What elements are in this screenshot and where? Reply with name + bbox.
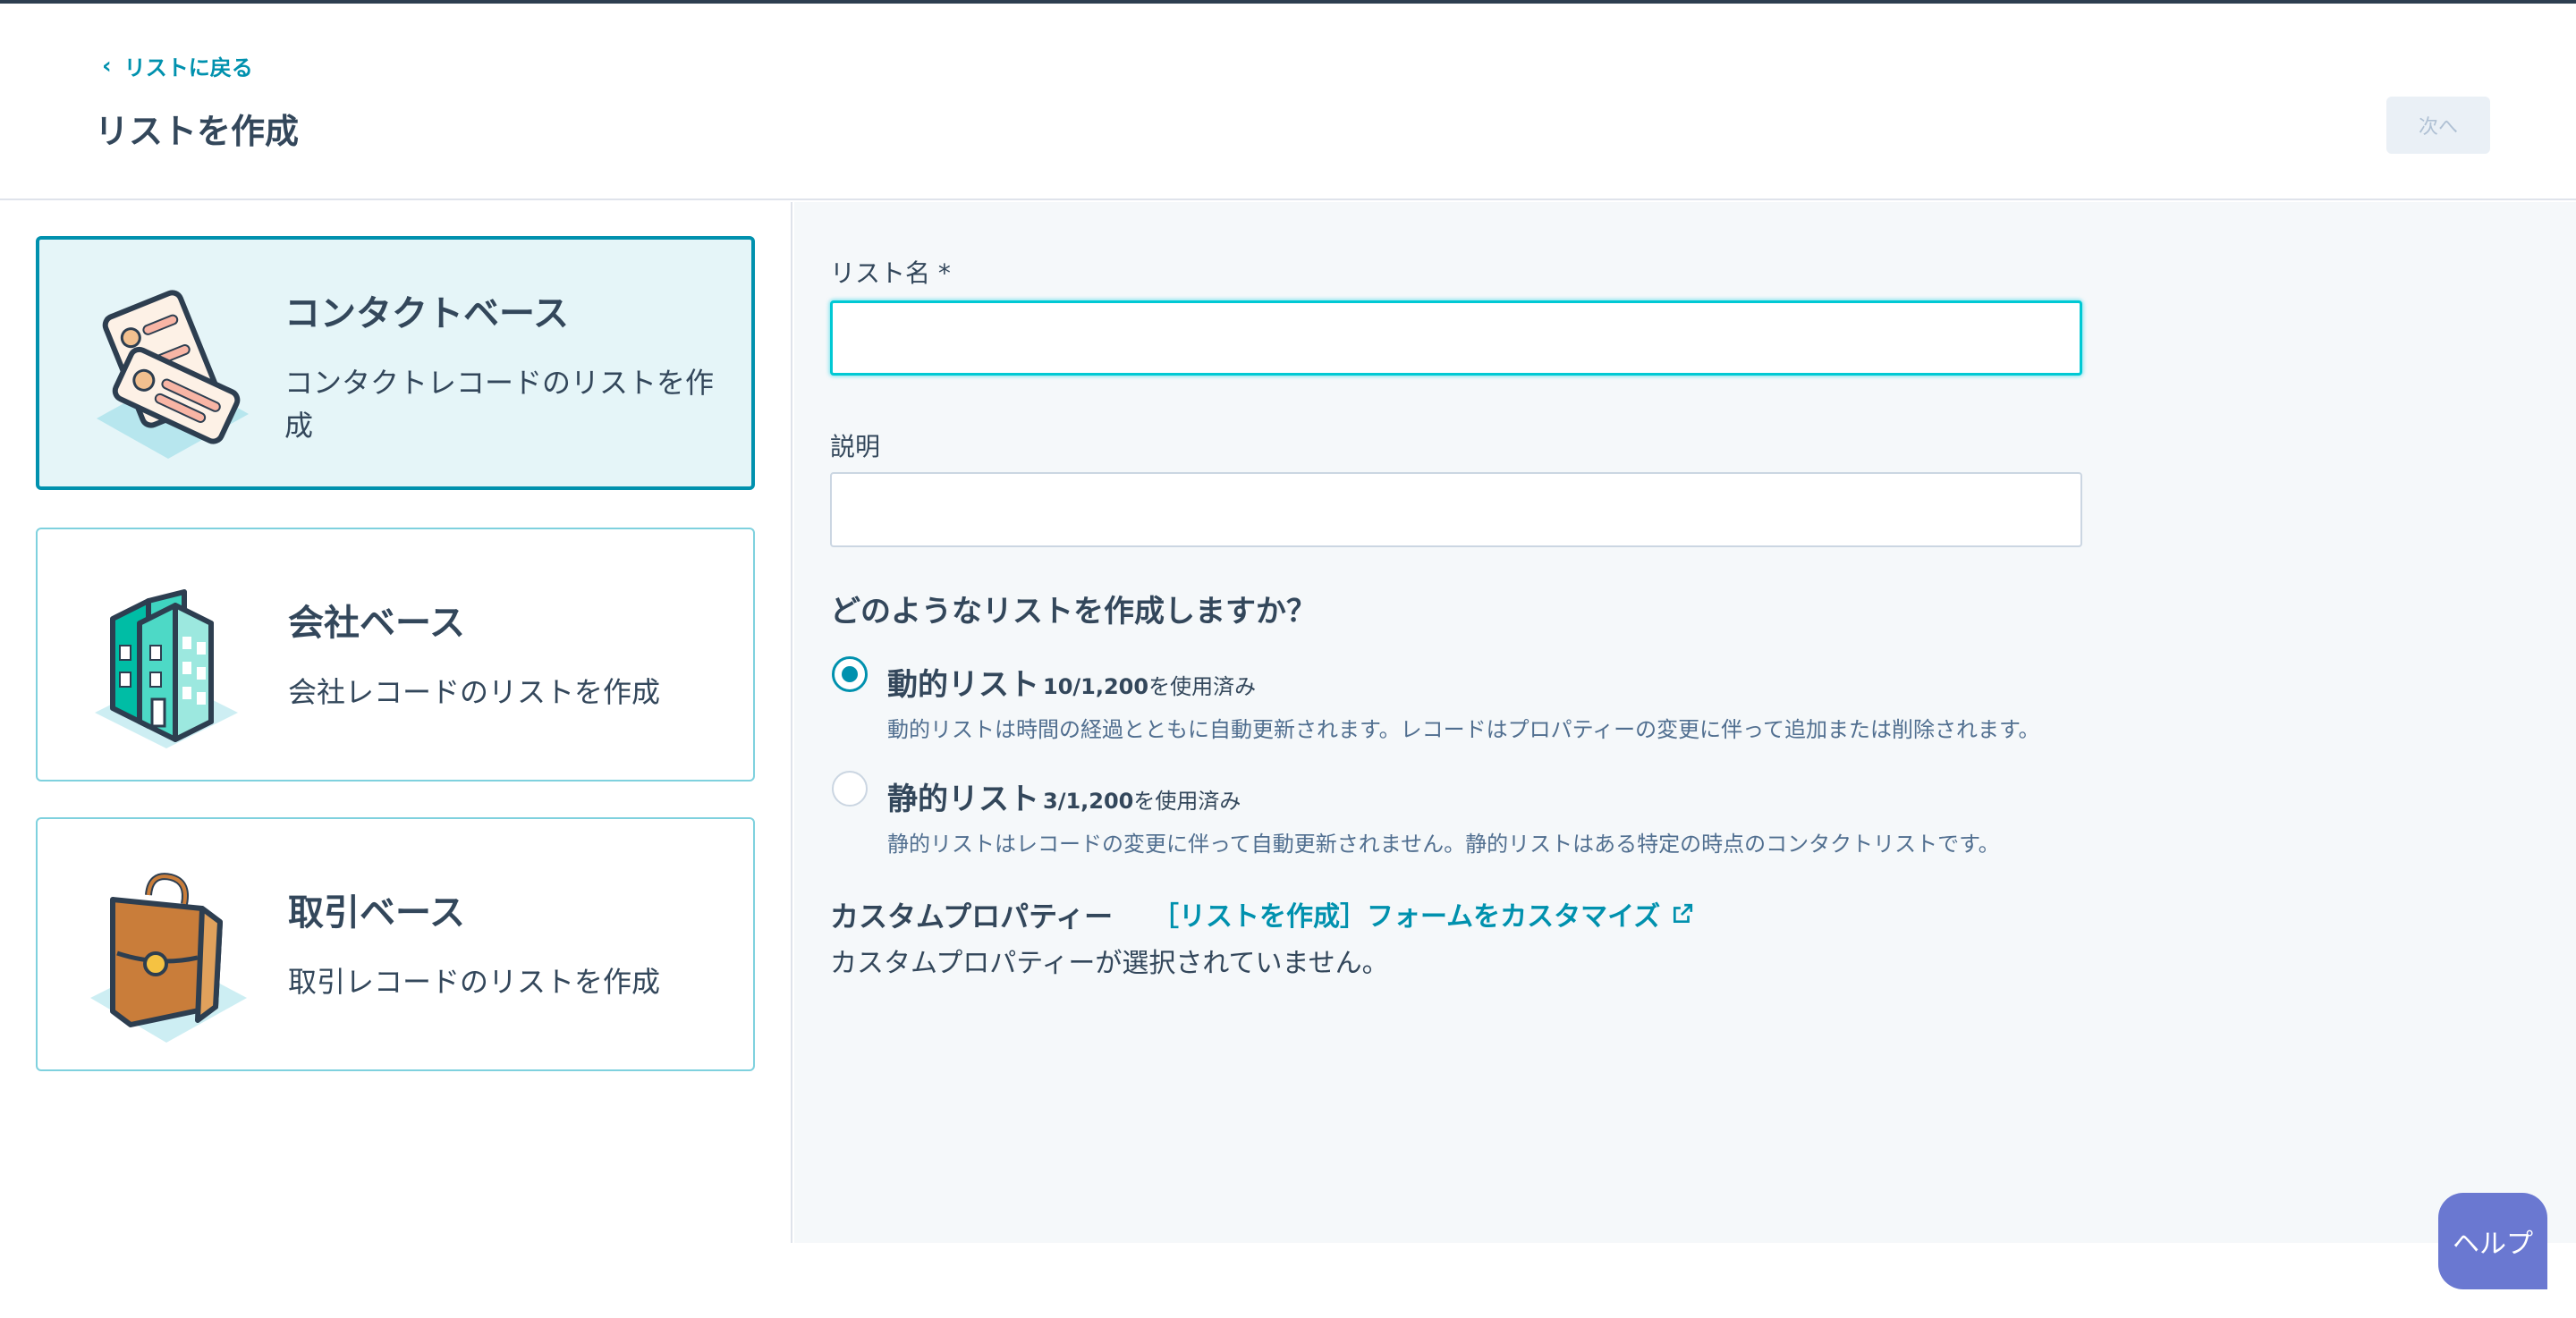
external-link-icon: [1674, 903, 1693, 924]
deal-briefcase-icon: [90, 873, 247, 1043]
deal-based-card[interactable]: 取引ベース 取引レコードのリストを作成: [36, 817, 755, 1071]
page-title: リストを作成: [95, 112, 300, 151]
back-link-label: リストに戻る: [123, 55, 253, 80]
static-list-name: 静的リスト: [887, 782, 1039, 817]
dynamic-list-name: 動的リスト: [887, 667, 1039, 703]
bottom-bar: [0, 1243, 2576, 1318]
card-description: コンタクトレコードのリストを作成: [284, 366, 715, 443]
dynamic-list-radio[interactable]: [832, 656, 868, 692]
company-based-card[interactable]: 会社ベース 会社レコードのリストを作成: [36, 528, 755, 782]
company-building-icon: [95, 589, 238, 748]
card-title: 取引ベース: [288, 892, 465, 934]
usage-suffix: を使用済み: [1133, 789, 1241, 814]
contact-cards-icon: [97, 290, 249, 459]
help-button[interactable]: ヘルプ: [2438, 1193, 2547, 1289]
usage-count: 3/1,200: [1043, 789, 1134, 814]
chevron-left-icon: ‹: [102, 52, 112, 80]
list-name-label: リスト名 *: [830, 258, 951, 288]
dynamic-list-description: 動的リストは時間の経過とともに自動更新されます。レコードはプロパティーの変更に伴…: [887, 717, 2040, 742]
page-header: ‹ リストに戻る リストを作成 次へ: [0, 4, 2576, 200]
list-details-form: リスト名 * 説明 どのようなリストを作成しますか？ 動的リスト 10/1,20…: [794, 202, 2576, 1243]
card-description: 取引レコードのリストを作成: [288, 965, 661, 999]
next-button[interactable]: 次へ: [2386, 97, 2490, 154]
description-label: 説明: [830, 432, 881, 461]
list-name-input[interactable]: [830, 300, 2082, 376]
contact-based-card[interactable]: コンタクトベース コンタクトレコードのリストを作成: [36, 236, 755, 490]
description-input[interactable]: [830, 472, 2082, 547]
usage-count: 10/1,200: [1043, 674, 1149, 699]
card-title: コンタクトベース: [284, 293, 569, 334]
list-type-question: どのようなリストを作成しますか？: [830, 594, 1317, 629]
back-to-lists-link[interactable]: ‹ リストに戻る: [102, 50, 253, 81]
dynamic-list-usage: 10/1,200を使用済み: [1043, 669, 1256, 700]
custom-properties-empty-text: カスタムプロパティーが選択されていません。: [830, 948, 1389, 979]
static-list-usage: 3/1,200を使用済み: [1043, 783, 1241, 815]
usage-suffix: を使用済み: [1148, 674, 1257, 699]
custom-properties-title: カスタムプロパティー: [830, 900, 1114, 934]
static-list-description: 静的リストはレコードの変更に伴って自動更新されません。静的リストはある特定の時点…: [887, 832, 2000, 857]
card-description: 会社レコードのリストを作成: [288, 675, 661, 709]
customize-form-link-label: ［リストを作成］フォームをカスタマイズ: [1152, 901, 1661, 933]
card-title: 会社ベース: [288, 603, 465, 644]
customize-form-link[interactable]: ［リストを作成］フォームをカスタマイズ: [1152, 894, 1694, 934]
static-list-radio[interactable]: [832, 771, 868, 807]
object-type-panel: コンタクトベース コンタクトレコードのリストを作成 会社ベース 会社レコードのリ…: [0, 202, 792, 1243]
